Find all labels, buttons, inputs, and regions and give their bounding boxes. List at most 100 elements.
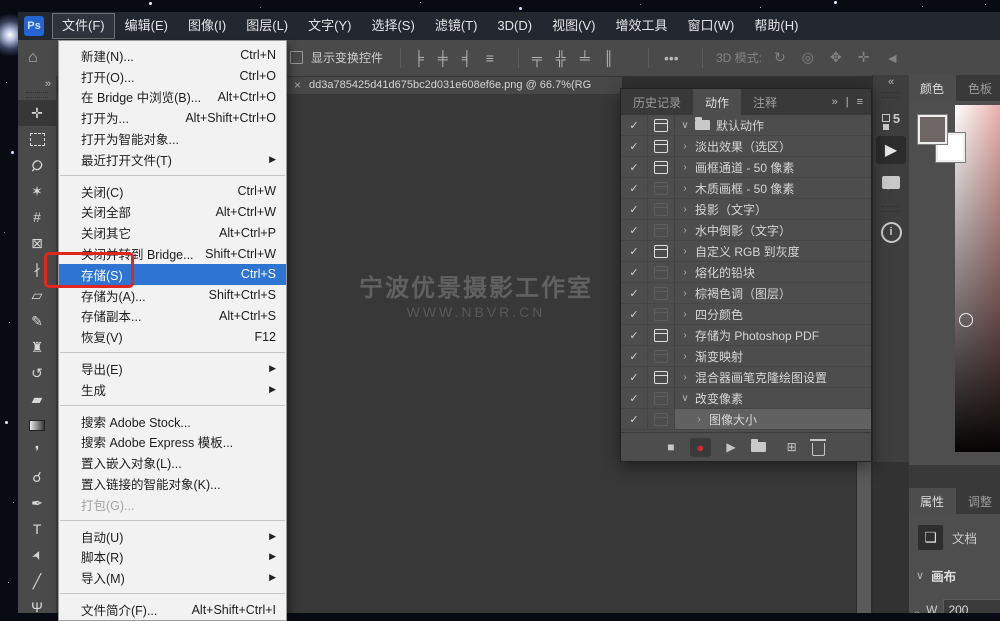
pen-tool[interactable]: ✒ [18,490,56,516]
tab-属性[interactable]: 属性 [908,488,956,514]
toolbar-grip[interactable] [26,92,48,98]
chevron-right-icon[interactable]: › [675,204,695,215]
menubar-item[interactable]: 窗口(W) [677,13,744,39]
play-button[interactable]: ▶ [726,440,735,454]
menubar-item[interactable]: 图层(L) [236,13,298,39]
new-group-button[interactable] [751,442,766,452]
path-select-tool[interactable]: ➤ [18,542,56,568]
action-check[interactable]: ✓ [621,178,648,199]
menubar-item[interactable]: 滤镜(T) [425,13,488,39]
action-check[interactable]: ✓ [621,283,648,304]
dodge-tool[interactable]: ☌ [18,464,56,490]
action-row[interactable]: ✓ ›自定义 RGB 到灰度 [621,241,871,262]
action-row[interactable]: ✓∨默认动作 [621,115,871,136]
tab-注释[interactable]: 注释 [741,89,789,115]
menu-item[interactable]: 置入链接的智能对象(K)... [59,473,286,494]
chevron-right-icon[interactable]: › [675,267,695,278]
align-middle-icon[interactable]: ╬ [556,50,566,66]
tab-调整[interactable]: 调整 [956,488,1000,514]
action-name-area[interactable]: ›水中倒影（文字） [675,220,871,241]
action-row[interactable]: ✓›图像大小 [621,409,871,430]
align-top-icon[interactable]: ╤ [532,50,542,66]
chevron-right-icon[interactable]: › [675,162,695,173]
line-tool[interactable]: ╱ [18,568,56,594]
menubar-item[interactable]: 视图(V) [542,13,605,39]
action-dialog-toggle[interactable] [648,346,675,367]
action-dialog-toggle[interactable] [648,220,675,241]
action-dialog-toggle[interactable] [648,262,675,283]
history-panel-icon[interactable]: 5 [876,104,906,132]
menu-item[interactable]: 文件简介(F)...Alt+Shift+Ctrl+I [59,599,286,620]
canvas-scrollbar[interactable] [856,462,872,613]
action-check[interactable]: ✓ [621,346,648,367]
action-check[interactable]: ✓ [621,136,648,157]
3d-roll-icon[interactable]: ◎ [802,49,814,66]
document-icon[interactable]: ❏ [918,525,943,550]
marquee-tool[interactable] [18,126,56,152]
chevron-right-icon[interactable]: › [675,309,695,320]
menu-item[interactable]: 打开为...Alt+Shift+Ctrl+O [59,107,286,128]
action-check[interactable]: ✓ [621,262,648,283]
chevron-right-icon[interactable]: › [675,330,695,341]
action-dialog-toggle[interactable] [648,388,675,409]
action-row[interactable]: ✓ ›淡出效果（选区） [621,136,871,157]
menu-item[interactable]: 置入嵌入对象(L)... [59,452,286,473]
menu-item[interactable]: 打开为智能对象... [59,128,286,149]
foreground-color-swatch[interactable] [918,115,947,144]
action-check[interactable]: ✓ [621,367,648,388]
action-dialog-toggle[interactable] [648,199,675,220]
action-dialog-toggle[interactable] [648,304,675,325]
action-name-area[interactable]: ∨默认动作 [675,115,871,136]
3d-slide-icon[interactable]: ✛ [858,49,870,66]
action-row[interactable]: ✓›水中倒影（文字） [621,220,871,241]
action-name-area[interactable]: ›自定义 RGB 到灰度 [675,241,871,262]
align-left-icon[interactable]: ╞ [414,50,424,66]
stop-button[interactable]: ■ [667,440,674,454]
type-tool[interactable]: T [18,516,56,542]
gradient-tool[interactable] [18,412,56,438]
menu-item[interactable]: 脚本(R)▶ [59,547,286,568]
action-name-area[interactable]: ›熔化的铅块 [675,262,871,283]
menubar-item[interactable]: 文件(F) [52,13,115,39]
width-field[interactable] [943,599,1000,613]
menubar-item[interactable]: 增效工具 [605,13,677,39]
actions-panel-icon[interactable]: ▶ [876,136,906,164]
action-check[interactable]: ✓ [621,388,648,409]
action-row[interactable]: ✓ ∨改变像素 [621,388,871,409]
chevron-right-icon[interactable]: › [675,183,695,194]
blur-tool[interactable]: ❜ [18,438,56,464]
action-name-area[interactable]: ›渐变映射 [675,346,871,367]
collapse-toolbar-icon[interactable]: » [18,76,56,90]
menubar-item[interactable]: 编辑(E) [115,13,178,39]
menu-item[interactable]: 恢复(V)F12 [59,326,286,347]
record-button[interactable]: ● [690,438,712,457]
action-name-area[interactable]: ›画框通道 - 50 像素 [675,157,871,178]
dock-grip[interactable] [882,206,900,212]
action-row[interactable]: ✓ ›混合器画笔克隆绘图设置 [621,367,871,388]
menubar-item[interactable]: 选择(S) [361,13,424,39]
menubar-item[interactable]: 帮助(H) [744,13,808,39]
menu-item[interactable]: 打包(G)... [59,494,286,515]
chevron-down-icon[interactable]: ∨ [675,393,695,404]
magic-wand-tool[interactable]: ✶ [18,178,56,204]
chevron-right-icon[interactable]: › [675,246,695,257]
action-dialog-toggle[interactable] [648,367,675,388]
chevron-right-icon[interactable]: › [675,225,695,236]
action-name-area[interactable]: ›混合器画笔克隆绘图设置 [675,367,871,388]
action-check[interactable]: ✓ [621,304,648,325]
action-dialog-toggle[interactable] [648,157,675,178]
action-name-area[interactable]: ∨改变像素 [675,388,871,409]
action-name-area[interactable]: ›淡出效果（选区） [675,136,871,157]
distribute-vertical-icon[interactable]: ║ [604,50,614,66]
action-row[interactable]: ✓ ›木质画框 - 50 像素 [621,178,871,199]
dock-grip[interactable] [882,92,900,98]
action-check[interactable]: ✓ [621,199,648,220]
action-name-area[interactable]: ›木质画框 - 50 像素 [675,178,871,199]
lasso-tool[interactable]: Ϙ [18,152,56,178]
menu-item[interactable]: 生成▶ [59,379,286,400]
home-icon[interactable]: ⌂ [28,49,38,67]
tab-动作[interactable]: 动作 [693,89,741,115]
divider-panel-icon[interactable]: | [846,96,849,108]
menubar-item[interactable]: 3D(D) [487,13,542,39]
action-check[interactable]: ✓ [621,241,648,262]
